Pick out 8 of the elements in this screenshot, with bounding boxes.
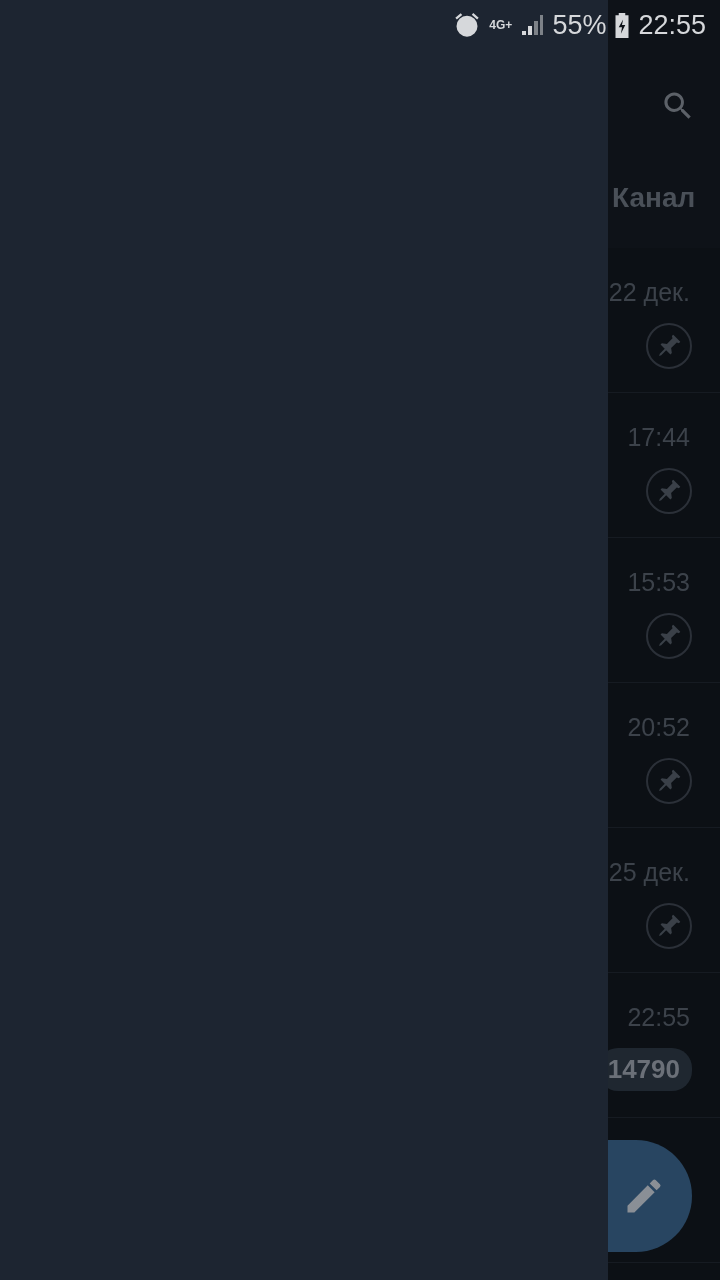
- battery-percent: 55%: [552, 9, 607, 41]
- tab-label[interactable]: Канал: [612, 182, 696, 214]
- unread-count: 14790: [608, 1048, 692, 1091]
- network-type: 4G+: [489, 18, 513, 32]
- clock-time: 22:55: [638, 9, 706, 41]
- signal-icon: [520, 13, 545, 37]
- compose-button[interactable]: [608, 1140, 692, 1252]
- battery-icon: [614, 12, 631, 38]
